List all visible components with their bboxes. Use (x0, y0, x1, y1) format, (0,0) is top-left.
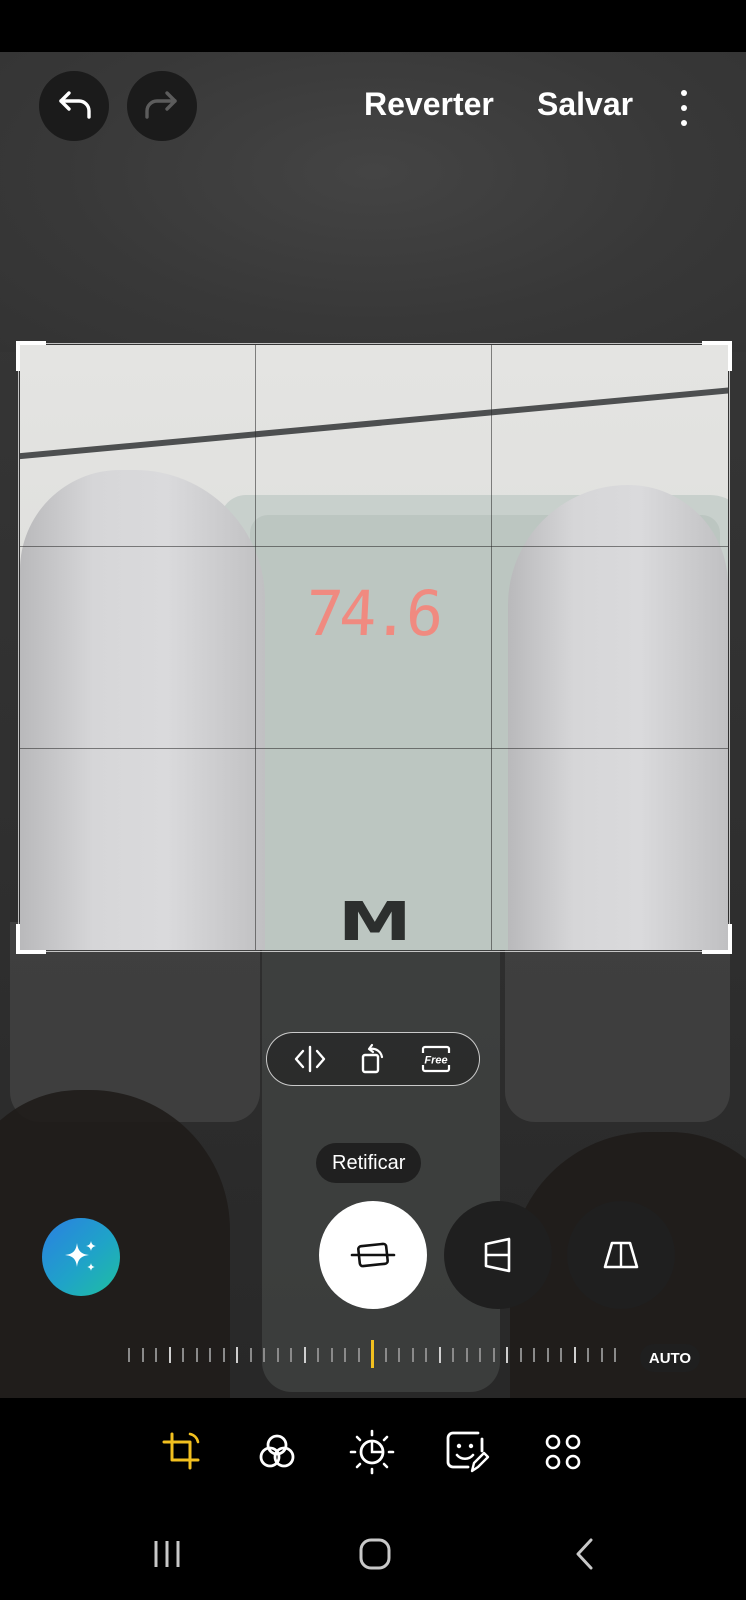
dial-tick (141, 1348, 144, 1362)
aspect-ratio-button[interactable]: Free (414, 1039, 458, 1079)
sticker-icon (446, 1431, 490, 1473)
dial-tick (492, 1348, 495, 1362)
home-icon (359, 1538, 391, 1570)
crop-rotate-tool-button[interactable] (158, 1428, 206, 1476)
recent-apps-button[interactable] (143, 1530, 191, 1578)
dial-tick (479, 1348, 481, 1362)
crop-handle-top-left[interactable] (16, 341, 46, 371)
rotate-button[interactable] (351, 1039, 395, 1079)
dial-current-tick (371, 1340, 374, 1368)
brightness-icon (349, 1429, 395, 1475)
home-button[interactable] (351, 1530, 399, 1578)
crop-rotate-icon (162, 1432, 200, 1470)
recent-apps-icon (154, 1541, 180, 1567)
background-photo-sock-left (10, 922, 260, 1122)
straighten-mode-button[interactable] (319, 1201, 427, 1309)
dial-tick (560, 1348, 562, 1362)
vertical-perspective-icon (484, 1237, 511, 1273)
transform-tools-pill: Free (266, 1032, 480, 1086)
dial-tick (236, 1347, 238, 1363)
sticker-tool-button[interactable] (443, 1428, 491, 1476)
dial-tick (573, 1347, 576, 1363)
dial-tick (330, 1348, 333, 1362)
dial-tick (438, 1347, 441, 1363)
dial-tick (614, 1348, 616, 1362)
flip-button[interactable] (288, 1039, 332, 1079)
mode-tooltip: Retificar (316, 1143, 422, 1183)
status-bar (0, 0, 746, 52)
straighten-icon (350, 1242, 396, 1268)
more-dot-icon (681, 90, 687, 96)
dial-tick (425, 1348, 427, 1362)
sparkle-icon (65, 1241, 96, 1271)
back-chevron-icon (576, 1538, 593, 1570)
flip-icon (295, 1045, 326, 1073)
dial-tick (533, 1348, 535, 1362)
dial-tick (195, 1348, 198, 1362)
dial-tick (465, 1348, 468, 1362)
dial-tick (155, 1348, 157, 1362)
rotate-icon (361, 1043, 384, 1074)
more-dot-icon (681, 120, 687, 126)
back-button[interactable] (561, 1530, 609, 1578)
dial-tick (587, 1348, 589, 1362)
undo-button[interactable] (39, 71, 109, 141)
horizontal-perspective-button[interactable] (567, 1201, 675, 1309)
dial-tick (209, 1348, 211, 1362)
dial-tick (290, 1348, 292, 1362)
dial-tick (263, 1348, 265, 1362)
dial-tick (357, 1348, 360, 1362)
dial-tick (344, 1348, 346, 1362)
dial-tick (600, 1348, 603, 1362)
crop-frame (18, 343, 730, 952)
horizontal-perspective-icon (603, 1241, 639, 1269)
dial-tick (546, 1348, 549, 1362)
dial-tick (168, 1347, 171, 1363)
dial-tick (276, 1348, 279, 1362)
auto-straighten-button[interactable]: AUTO (640, 1344, 700, 1372)
vertical-perspective-button[interactable] (444, 1201, 552, 1309)
aspect-ratio-label: Free (424, 1055, 447, 1067)
dial-tick (519, 1348, 522, 1362)
dial-tick (452, 1348, 454, 1362)
dial-tick (249, 1348, 252, 1362)
dial-tick (222, 1348, 225, 1362)
save-button[interactable]: Salvar (537, 86, 633, 123)
more-tools-button[interactable] (539, 1428, 587, 1476)
aspect-ratio-free-icon: Free (421, 1045, 450, 1073)
undo-icon (59, 91, 91, 119)
brightness-tool-button[interactable] (348, 1428, 396, 1476)
background-photo-sock-right (505, 922, 730, 1122)
filters-tool-button[interactable] (253, 1428, 301, 1476)
straighten-angle-dial[interactable] (124, 1338, 624, 1368)
revert-button[interactable]: Reverter (364, 86, 494, 123)
dial-tick (128, 1348, 130, 1362)
more-tools-icon (545, 1434, 581, 1470)
redo-icon (145, 91, 177, 119)
crop-handle-bottom-left[interactable] (16, 924, 46, 954)
dial-tick (411, 1348, 414, 1362)
crop-handle-top-right[interactable] (702, 341, 732, 371)
more-dot-icon (681, 105, 687, 111)
more-options-button[interactable] (668, 86, 700, 130)
crop-handle-bottom-right[interactable] (702, 924, 732, 954)
dial-tick (303, 1347, 306, 1363)
ai-auto-enhance-button[interactable] (42, 1218, 120, 1296)
dial-tick (506, 1347, 508, 1363)
dial-tick (398, 1348, 400, 1362)
dial-tick (317, 1348, 319, 1362)
dial-tick (384, 1348, 387, 1362)
dial-tick (182, 1348, 184, 1362)
filters-icon (259, 1434, 295, 1468)
redo-button[interactable] (127, 71, 197, 141)
